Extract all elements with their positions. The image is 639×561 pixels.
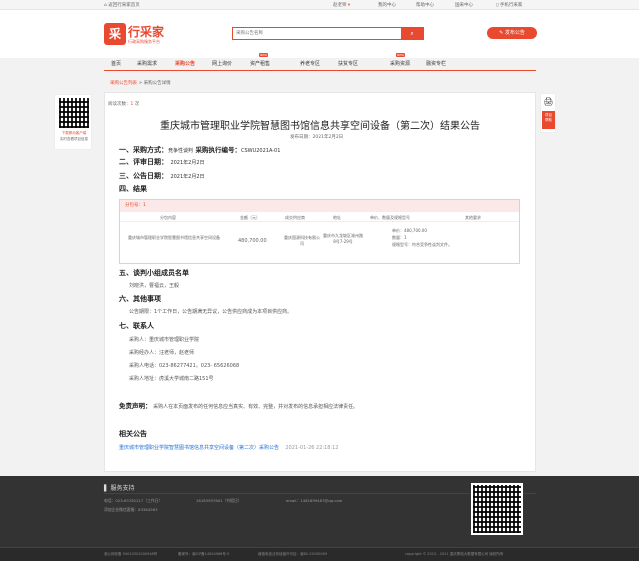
section-review-date: 二、评审日期： 2021年2月2日 [119, 158, 205, 166]
footer-email: email：1461899487@qq.com [286, 498, 343, 503]
footer-wechat: 添加企业微信客服：83384563 [104, 507, 158, 512]
copyright: copyright © 2015 - 2021 重庆擎焰大数据有限公司 版权所有 [405, 552, 504, 556]
nav-finance[interactable]: 融资专栏 [426, 58, 446, 70]
nav-notice[interactable]: 采购公告 [175, 58, 195, 70]
page-title: 重庆城市管理职业学院智慧图书馆信息共享空间设备（第二次）结果公告 [160, 121, 480, 132]
package-number: 分包号：1 [120, 200, 519, 212]
user-menu[interactable]: 赵老师 ▾ [333, 2, 350, 8]
logo-icon: 采 [104, 23, 126, 45]
panel-members: 刘晓洪，曹福云，王毅 [129, 283, 180, 289]
side-toolbar: 🖨 项目 帮助 [540, 93, 556, 133]
brand-name: 行采家 [128, 25, 165, 39]
main-nav: 首页 采购需求 采购公告 网上询价 资产租售 NEW 养老专区 扶贫专区 采购资… [104, 53, 536, 70]
qr-code-image [59, 98, 89, 128]
breadcrumb-current: 采购公告详情 [143, 81, 171, 86]
search-button[interactable]: ⌕ [401, 28, 423, 39]
section-panel: 五、谈判小组成员名单 [119, 269, 189, 277]
contact-address: 采购人地址：虎溪大学城南二路151号 [129, 376, 214, 382]
other-matters: 公告期限：1个工作日，公告期满无异议，公告供应商成为本项目供应商。 [129, 309, 293, 315]
related-link[interactable]: 重庆城市管理职业学院智慧图书馆信息共享空间设备（第二次）采购公告 [119, 445, 279, 451]
telecom-license: 增值电信业务经营许可证：渝B2-20190009 [258, 552, 328, 556]
top-bar: ⌂ 返回行采家首页 赵老师 ▾ 我的中心 帮助中心 国采中心 ▯ 手机行采家 [0, 0, 639, 10]
new-badge: NEW [259, 53, 269, 57]
footer-phone: 电话：023-63782217（工作日） [104, 498, 163, 503]
table-row: 重庆城市管理职业学院智慧图书馆信息共享空间设备 480,700.00 重庆国源科… [128, 228, 452, 247]
print-icon[interactable]: 🖨 [543, 96, 554, 107]
related-title: 相关公告 [119, 430, 147, 438]
section-notice-date: 三、公告日期： 2021年2月2日 [119, 172, 205, 180]
app-download-qr[interactable]: 下载移动客户端 实时查看项目信息 [54, 94, 92, 150]
breadcrumb-list-link[interactable]: 采购公告列表 [110, 81, 137, 86]
nav-asset[interactable]: 资产租售 [250, 58, 270, 70]
nav-divider [104, 70, 536, 71]
section-contact: 七、联系人 [119, 322, 154, 330]
section-method: 一、采购方式：竞争性谈判 采购执行编号：CSWU2021A-01 [119, 146, 281, 154]
icp-record[interactable]: 备案号：渝ICP备14004966号-5 [178, 552, 229, 557]
project-help-button[interactable]: 项目 帮助 [542, 111, 555, 129]
result-table: 分包号：1 分包内容 金额（元） 成交供应商 地址 单价、数量及规格型号 其他要… [119, 199, 520, 264]
service-icon: ▌ [104, 485, 109, 492]
table-header: 分包内容 金额（元） 成交供应商 地址 单价、数量及规格型号 其他要求 [120, 212, 519, 222]
footer-phone-holiday: 18183597601（节假日） [196, 498, 242, 503]
section-other: 六、其他事项 [119, 295, 161, 303]
new-badge: NEW [396, 53, 406, 57]
nav-elderly[interactable]: 养老专区 [300, 58, 320, 70]
nav-home[interactable]: 首页 [111, 58, 121, 70]
bottom-bar: 渝公网安备 50010302000948号 备案号：渝ICP备14004966号… [0, 547, 639, 561]
brand-slogan: 行政采购服务平台 [128, 39, 160, 44]
section-result: 四、结果 [119, 185, 147, 193]
publish-date: 发布日期：2021年2月2日 [290, 135, 344, 140]
contact-phone: 采购人电话：023-86277421，023- 65626068 [129, 363, 240, 369]
contact-agent: 采购经办人：汪老师，赵老师 [129, 350, 195, 356]
top-link-help[interactable]: 帮助中心 [416, 2, 434, 8]
footer-title: ▌ 服务支持 [104, 485, 135, 492]
search-box: ⌕ [232, 27, 424, 40]
top-link-mobile[interactable]: ▯ 手机行采家 [496, 2, 522, 8]
publish-button[interactable]: ✎ 发布公告 [487, 27, 537, 39]
search-icon: ⌕ [410, 30, 414, 37]
footer-qr-code [471, 483, 523, 535]
contact-buyer: 采购人：重庆城市管理职业学院 [129, 337, 200, 343]
police-record[interactable]: 渝公网安备 50010302000948号 [104, 552, 157, 557]
disclaimer: 免责声明： 采购人在本页面发布的任何信息应当真实、有效、完整，并对发布的信息承担… [119, 402, 359, 410]
nav-poverty[interactable]: 扶贫专区 [338, 58, 358, 70]
related-item: 重庆城市管理职业学院智慧图书馆信息共享空间设备（第二次）采购公告 2021-01… [119, 445, 339, 451]
top-link-mycenter[interactable]: 我的中心 [378, 2, 396, 8]
nav-demand[interactable]: 采购需求 [137, 58, 157, 70]
logo[interactable]: 采 行采家 行政采购服务平台 [104, 23, 184, 47]
nav-inquiry[interactable]: 网上询价 [212, 58, 232, 70]
top-link-national[interactable]: 国采中心 [455, 2, 473, 8]
breadcrumb: 采购公告列表 > 采购公告详情 [110, 81, 171, 86]
view-count: 阅读次数：1 次 [108, 102, 140, 107]
home-link[interactable]: ⌂ 返回行采家首页 [104, 2, 140, 8]
nav-resource[interactable]: 采购资源 [390, 58, 410, 70]
search-input[interactable] [233, 28, 403, 39]
